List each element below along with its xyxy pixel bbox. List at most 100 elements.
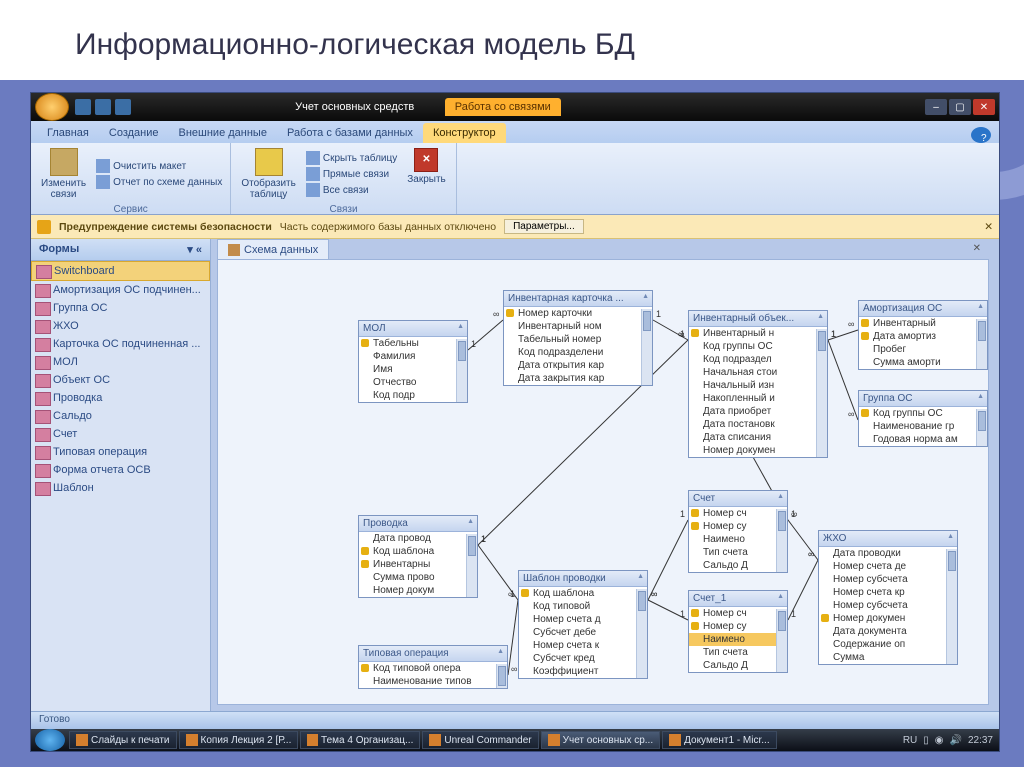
- office-button-icon[interactable]: [35, 93, 69, 121]
- nav-item[interactable]: МОЛ: [31, 353, 210, 371]
- table-field[interactable]: Код подр: [359, 389, 467, 402]
- scrollbar[interactable]: [641, 309, 652, 385]
- tab-dbtools[interactable]: Работа с базами данных: [277, 123, 423, 143]
- close-button[interactable]: ✕: [973, 99, 995, 115]
- hide-table-button[interactable]: Скрыть таблицу: [306, 151, 397, 165]
- chevron-down-icon[interactable]: ▾ «: [187, 243, 202, 256]
- table-field[interactable]: Дата открытия кар: [504, 359, 652, 372]
- lang-indicator[interactable]: RU: [903, 735, 917, 746]
- table-field[interactable]: Номер счета д: [519, 613, 647, 626]
- taskbar-item[interactable]: Unreal Commander: [422, 731, 538, 749]
- nav-item[interactable]: Объект ОС: [31, 371, 210, 389]
- table-field[interactable]: Сумма прово: [359, 571, 477, 584]
- table-field[interactable]: Дата проводки: [819, 547, 957, 560]
- tab-create[interactable]: Создание: [99, 123, 169, 143]
- table-field[interactable]: Номер докум: [359, 584, 477, 597]
- table-field[interactable]: Номер су: [689, 520, 787, 533]
- table-field[interactable]: Имя: [359, 363, 467, 376]
- table-field[interactable]: Код подразделени: [504, 346, 652, 359]
- table-field[interactable]: Табельны: [359, 337, 467, 350]
- all-links-button[interactable]: Все связи: [306, 183, 397, 197]
- table-prov[interactable]: ПроводкаДата проводКод шаблонаИнвентарны…: [358, 515, 478, 598]
- table-header[interactable]: Счет: [689, 491, 787, 507]
- nav-item[interactable]: Шаблон: [31, 479, 210, 497]
- nav-item[interactable]: Switchboard: [31, 261, 210, 281]
- table-field[interactable]: Номер счета де: [819, 560, 957, 573]
- table-field[interactable]: Дата амортиз: [859, 330, 987, 343]
- nav-item[interactable]: Проводка: [31, 389, 210, 407]
- table-field[interactable]: Тип счета: [689, 546, 787, 559]
- table-header[interactable]: Счет_1: [689, 591, 787, 607]
- table-field[interactable]: Отчество: [359, 376, 467, 389]
- tray-icon[interactable]: 🔊: [950, 735, 962, 746]
- taskbar-item[interactable]: Копия Лекция 2 [Р...: [179, 731, 299, 749]
- table-field[interactable]: Наимено: [689, 633, 787, 646]
- table-header[interactable]: МОЛ: [359, 321, 467, 337]
- scrollbar[interactable]: [776, 509, 787, 572]
- nav-item[interactable]: Счет: [31, 425, 210, 443]
- close-relations-button[interactable]: ✕ Закрыть: [405, 146, 448, 202]
- nav-item[interactable]: Форма отчета ОСВ: [31, 461, 210, 479]
- scrollbar[interactable]: [816, 329, 827, 457]
- table-header[interactable]: Проводка: [359, 516, 477, 532]
- tab-external[interactable]: Внешние данные: [169, 123, 277, 143]
- table-header[interactable]: ЖХО: [819, 531, 957, 547]
- quick-access-toolbar[interactable]: [75, 99, 131, 115]
- table-header[interactable]: Типовая операция: [359, 646, 507, 662]
- scrollbar[interactable]: [636, 589, 647, 678]
- table-field[interactable]: Начальный изн: [689, 379, 827, 392]
- table-field[interactable]: Субсчет дебе: [519, 626, 647, 639]
- tab-designer[interactable]: Конструктор: [423, 123, 506, 143]
- scrollbar[interactable]: [496, 664, 507, 688]
- scrollbar[interactable]: [946, 549, 957, 664]
- nav-item[interactable]: Типовая операция: [31, 443, 210, 461]
- table-field[interactable]: Код типовой опера: [359, 662, 507, 675]
- table-field[interactable]: Дата провод: [359, 532, 477, 545]
- table-typop[interactable]: Типовая операцияКод типовой операНаимено…: [358, 645, 508, 689]
- nav-header[interactable]: Формы ▾ «: [31, 239, 210, 261]
- direct-links-button[interactable]: Прямые связи: [306, 167, 397, 181]
- table-field[interactable]: Инвентарный н: [689, 327, 827, 340]
- table-field[interactable]: Наименование гр: [859, 420, 987, 433]
- table-field[interactable]: Табельный номер: [504, 333, 652, 346]
- tray-icon[interactable]: ▯: [923, 735, 929, 746]
- table-field[interactable]: Тип счета: [689, 646, 787, 659]
- table-field[interactable]: Код группы ОС: [689, 340, 827, 353]
- clock[interactable]: 22:37: [968, 735, 993, 746]
- tray-icon[interactable]: ◉: [935, 735, 944, 746]
- nav-item[interactable]: ЖХО: [31, 317, 210, 335]
- table-field[interactable]: Наименование типов: [359, 675, 507, 688]
- relationships-canvas[interactable]: 1∞1∞1∞1∞1∞1∞1∞1∞1∞1∞1∞1∞ МОЛТабельныФами…: [217, 259, 989, 705]
- table-mol[interactable]: МОЛТабельныФамилияИмяОтчествоКод подр: [358, 320, 468, 403]
- table-schet1[interactable]: Счет_1Номер счНомер суНаименоТип счетаСа…: [688, 590, 788, 673]
- show-table-button[interactable]: Отобразить таблицу: [239, 146, 298, 202]
- table-amort[interactable]: Амортизация ОСИнвентарныйДата амортизПро…: [858, 300, 988, 370]
- table-field[interactable]: Субсчет кред: [519, 652, 647, 665]
- table-field[interactable]: Номер счета кр: [819, 586, 957, 599]
- document-tab[interactable]: Схема данных: [217, 239, 329, 259]
- scrollbar[interactable]: [776, 609, 787, 672]
- table-zhxo[interactable]: ЖХОДата проводкиНомер счета деНомер субс…: [818, 530, 958, 665]
- minimize-button[interactable]: –: [925, 99, 947, 115]
- taskbar-item[interactable]: Документ1 - Micr...: [662, 731, 776, 749]
- table-field[interactable]: Коэффициент: [519, 665, 647, 678]
- table-field[interactable]: Инвентарный: [859, 317, 987, 330]
- taskbar-item[interactable]: Слайды к печати: [69, 731, 177, 749]
- table-field[interactable]: Номер сч: [689, 607, 787, 620]
- document-close-icon[interactable]: ✕: [973, 243, 981, 254]
- nav-item[interactable]: Группа ОС: [31, 299, 210, 317]
- table-grp[interactable]: Группа ОСКод группы ОСНаименование грГод…: [858, 390, 988, 447]
- taskbar-item[interactable]: Учет основных ср...: [541, 731, 661, 749]
- table-field[interactable]: Дата постановк: [689, 418, 827, 431]
- nav-item[interactable]: Амортизация ОС подчинен...: [31, 281, 210, 299]
- table-field[interactable]: Номер карточки: [504, 307, 652, 320]
- nav-item[interactable]: Карточка ОС подчиненная ...: [31, 335, 210, 353]
- table-field[interactable]: Номер докумен: [689, 444, 827, 457]
- maximize-button[interactable]: ▢: [949, 99, 971, 115]
- table-field[interactable]: Сальдо Д: [689, 559, 787, 572]
- taskbar-item[interactable]: Тема 4 Организац...: [300, 731, 420, 749]
- table-field[interactable]: Пробег: [859, 343, 987, 356]
- table-card[interactable]: Инвентарная карточка ...Номер карточкиИн…: [503, 290, 653, 386]
- tab-home[interactable]: Главная: [37, 123, 99, 143]
- scrollbar[interactable]: [976, 409, 987, 446]
